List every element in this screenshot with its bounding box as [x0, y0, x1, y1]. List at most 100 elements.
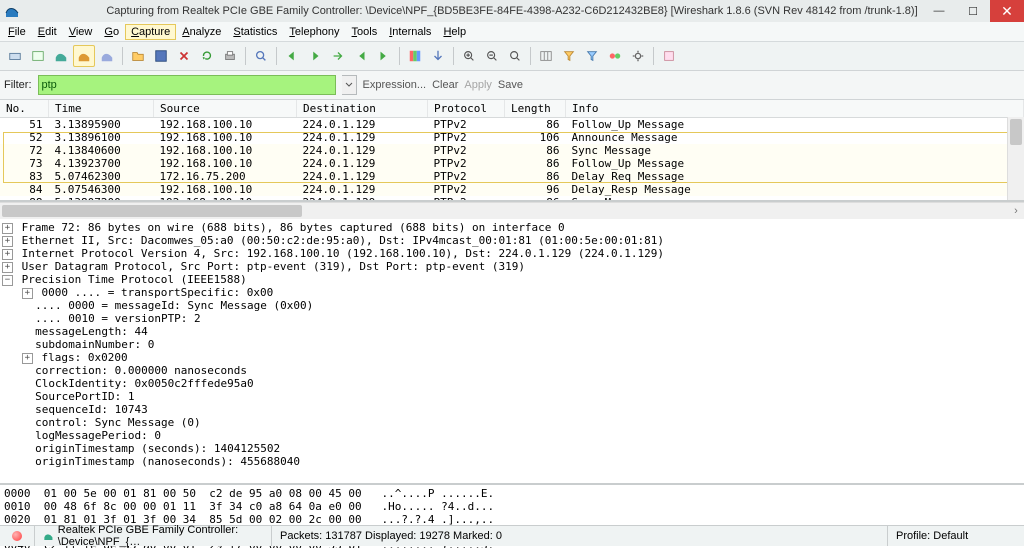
- filter-save-link[interactable]: Save: [498, 79, 523, 91]
- filter-expression-link[interactable]: Expression...: [363, 79, 427, 91]
- go-first-button[interactable]: [350, 45, 372, 67]
- close-file-button[interactable]: [173, 45, 195, 67]
- packet-details-pane[interactable]: + Frame 72: 86 bytes on wire (688 bits),…: [0, 219, 1024, 485]
- stop-button[interactable]: [73, 45, 95, 67]
- detail-line[interactable]: + Internet Protocol Version 4, Src: 192.…: [2, 247, 1022, 260]
- interfaces-button[interactable]: [4, 45, 26, 67]
- filter-apply-link[interactable]: Apply: [464, 79, 492, 91]
- capture-filters-button[interactable]: [558, 45, 580, 67]
- column-info[interactable]: Info: [566, 100, 1024, 118]
- auto-scroll-button[interactable]: [427, 45, 449, 67]
- zoom-out-button[interactable]: [481, 45, 503, 67]
- print-button[interactable]: [219, 45, 241, 67]
- column-time[interactable]: Time: [49, 100, 154, 118]
- save-button[interactable]: [150, 45, 172, 67]
- separator: [453, 47, 454, 65]
- preferences-button[interactable]: [627, 45, 649, 67]
- filter-dropdown[interactable]: [342, 75, 357, 95]
- coloring-rules-button[interactable]: [604, 45, 626, 67]
- filter-input[interactable]: ptp: [38, 75, 336, 95]
- menu-help[interactable]: Help: [437, 24, 472, 40]
- collapse-icon[interactable]: −: [2, 275, 13, 286]
- filter-clear-link[interactable]: Clear: [432, 79, 458, 91]
- scroll-right-icon[interactable]: ›: [1008, 203, 1024, 219]
- column-protocol[interactable]: Protocol: [428, 100, 505, 118]
- column-no[interactable]: No.: [0, 100, 49, 118]
- detail-line[interactable]: SourcePortID: 1: [2, 390, 1022, 403]
- menu-file[interactable]: File: [2, 24, 32, 40]
- detail-line[interactable]: subdomainNumber: 0: [2, 338, 1022, 351]
- menu-internals[interactable]: Internals: [383, 24, 437, 40]
- packet-list-hscrollbar[interactable]: ‹ ›: [0, 202, 1024, 219]
- packet-row[interactable]: 523.13896100192.168.100.10224.0.1.129PTP…: [0, 131, 1024, 144]
- detail-line[interactable]: + 0000 .... = transportSpecific: 0x00: [2, 286, 1022, 299]
- bytes-line[interactable]: 0010 00 48 6f 8c 00 00 01 11 3f 34 c0 a8…: [4, 500, 1020, 513]
- main-toolbar: [0, 42, 1024, 71]
- restart-button[interactable]: [96, 45, 118, 67]
- detail-line[interactable]: + Frame 72: 86 bytes on wire (688 bits),…: [2, 221, 1022, 234]
- resize-columns-button[interactable]: [535, 45, 557, 67]
- reload-button[interactable]: [196, 45, 218, 67]
- detail-line[interactable]: + flags: 0x0200: [2, 351, 1022, 364]
- go-last-button[interactable]: [373, 45, 395, 67]
- detail-line[interactable]: .... 0010 = versionPTP: 2: [2, 312, 1022, 325]
- detail-line[interactable]: logMessagePeriod: 0: [2, 429, 1022, 442]
- detail-line[interactable]: − Precision Time Protocol (IEEE1588): [2, 273, 1022, 286]
- open-button[interactable]: [127, 45, 149, 67]
- expand-icon[interactable]: +: [2, 223, 13, 234]
- menu-statistics[interactable]: Statistics: [227, 24, 283, 40]
- menu-tools[interactable]: Tools: [346, 24, 384, 40]
- packet-row[interactable]: 724.13840600192.168.100.10224.0.1.129PTP…: [0, 144, 1024, 157]
- display-filters-button[interactable]: [581, 45, 603, 67]
- find-button[interactable]: [250, 45, 272, 67]
- packet-list-scrollbar[interactable]: [1007, 117, 1024, 200]
- close-button[interactable]: ✕: [990, 0, 1024, 22]
- minimize-button[interactable]: —: [922, 0, 956, 22]
- column-source[interactable]: Source: [154, 100, 297, 118]
- zoom-100-button[interactable]: [504, 45, 526, 67]
- detail-line[interactable]: control: Sync Message (0): [2, 416, 1022, 429]
- menu-capture[interactable]: Capture: [125, 24, 176, 40]
- window-title: Capturing from Realtek PCIe GBE Family C…: [106, 5, 917, 17]
- expert-info-button[interactable]: [0, 526, 35, 546]
- detail-line[interactable]: + User Datagram Protocol, Src Port: ptp-…: [2, 260, 1022, 273]
- detail-line[interactable]: + Ethernet II, Src: Dacomwes_05:a0 (00:5…: [2, 234, 1022, 247]
- detail-line[interactable]: sequenceId: 10743: [2, 403, 1022, 416]
- go-back-button[interactable]: [281, 45, 303, 67]
- packet-row[interactable]: 835.07462300172.16.75.200224.0.1.129PTPv…: [0, 170, 1024, 183]
- start-button[interactable]: [50, 45, 72, 67]
- menu-go[interactable]: Go: [98, 24, 125, 40]
- column-length[interactable]: Length: [505, 100, 566, 118]
- menu-edit[interactable]: Edit: [32, 24, 63, 40]
- go-to-button[interactable]: [327, 45, 349, 67]
- maximize-button[interactable]: ☐: [956, 0, 990, 22]
- go-forward-button[interactable]: [304, 45, 326, 67]
- colorize-button[interactable]: [404, 45, 426, 67]
- column-destination[interactable]: Destination: [297, 100, 428, 118]
- expand-icon[interactable]: +: [2, 262, 13, 273]
- bytes-line[interactable]: 0000 01 00 5e 00 01 81 00 50 c2 de 95 a0…: [4, 487, 1020, 500]
- status-profile[interactable]: Profile: Default: [896, 530, 968, 542]
- expand-icon[interactable]: +: [2, 249, 13, 260]
- detail-line[interactable]: correction: 0.000000 nanoseconds: [2, 364, 1022, 377]
- packet-list-header[interactable]: No.TimeSourceDestinationProtocolLengthIn…: [0, 100, 1024, 118]
- detail-line[interactable]: messageLength: 44: [2, 325, 1022, 338]
- packet-list-pane[interactable]: No.TimeSourceDestinationProtocolLengthIn…: [0, 100, 1024, 202]
- menu-view[interactable]: View: [63, 24, 99, 40]
- detail-line[interactable]: originTimestamp (seconds): 1404125502: [2, 442, 1022, 455]
- expand-icon[interactable]: +: [2, 236, 13, 247]
- packet-row[interactable]: 845.07546300192.168.100.10224.0.1.129PTP…: [0, 183, 1024, 196]
- detail-line[interactable]: ClockIdentity: 0x0050c2fffede95a0: [2, 377, 1022, 390]
- options-button[interactable]: [27, 45, 49, 67]
- packet-row[interactable]: 513.13895900192.168.100.10224.0.1.129PTP…: [0, 118, 1024, 132]
- expand-icon[interactable]: +: [22, 353, 33, 364]
- zoom-in-button[interactable]: [458, 45, 480, 67]
- expand-icon[interactable]: +: [22, 288, 33, 299]
- menu-telephony[interactable]: Telephony: [283, 24, 345, 40]
- separator: [276, 47, 277, 65]
- menu-analyze[interactable]: Analyze: [176, 24, 227, 40]
- help-button[interactable]: [658, 45, 680, 67]
- detail-line[interactable]: originTimestamp (nanoseconds): 455688040: [2, 455, 1022, 468]
- detail-line[interactable]: .... 0000 = messageId: Sync Message (0x0…: [2, 299, 1022, 312]
- packet-row[interactable]: 734.13923700192.168.100.10224.0.1.129PTP…: [0, 157, 1024, 170]
